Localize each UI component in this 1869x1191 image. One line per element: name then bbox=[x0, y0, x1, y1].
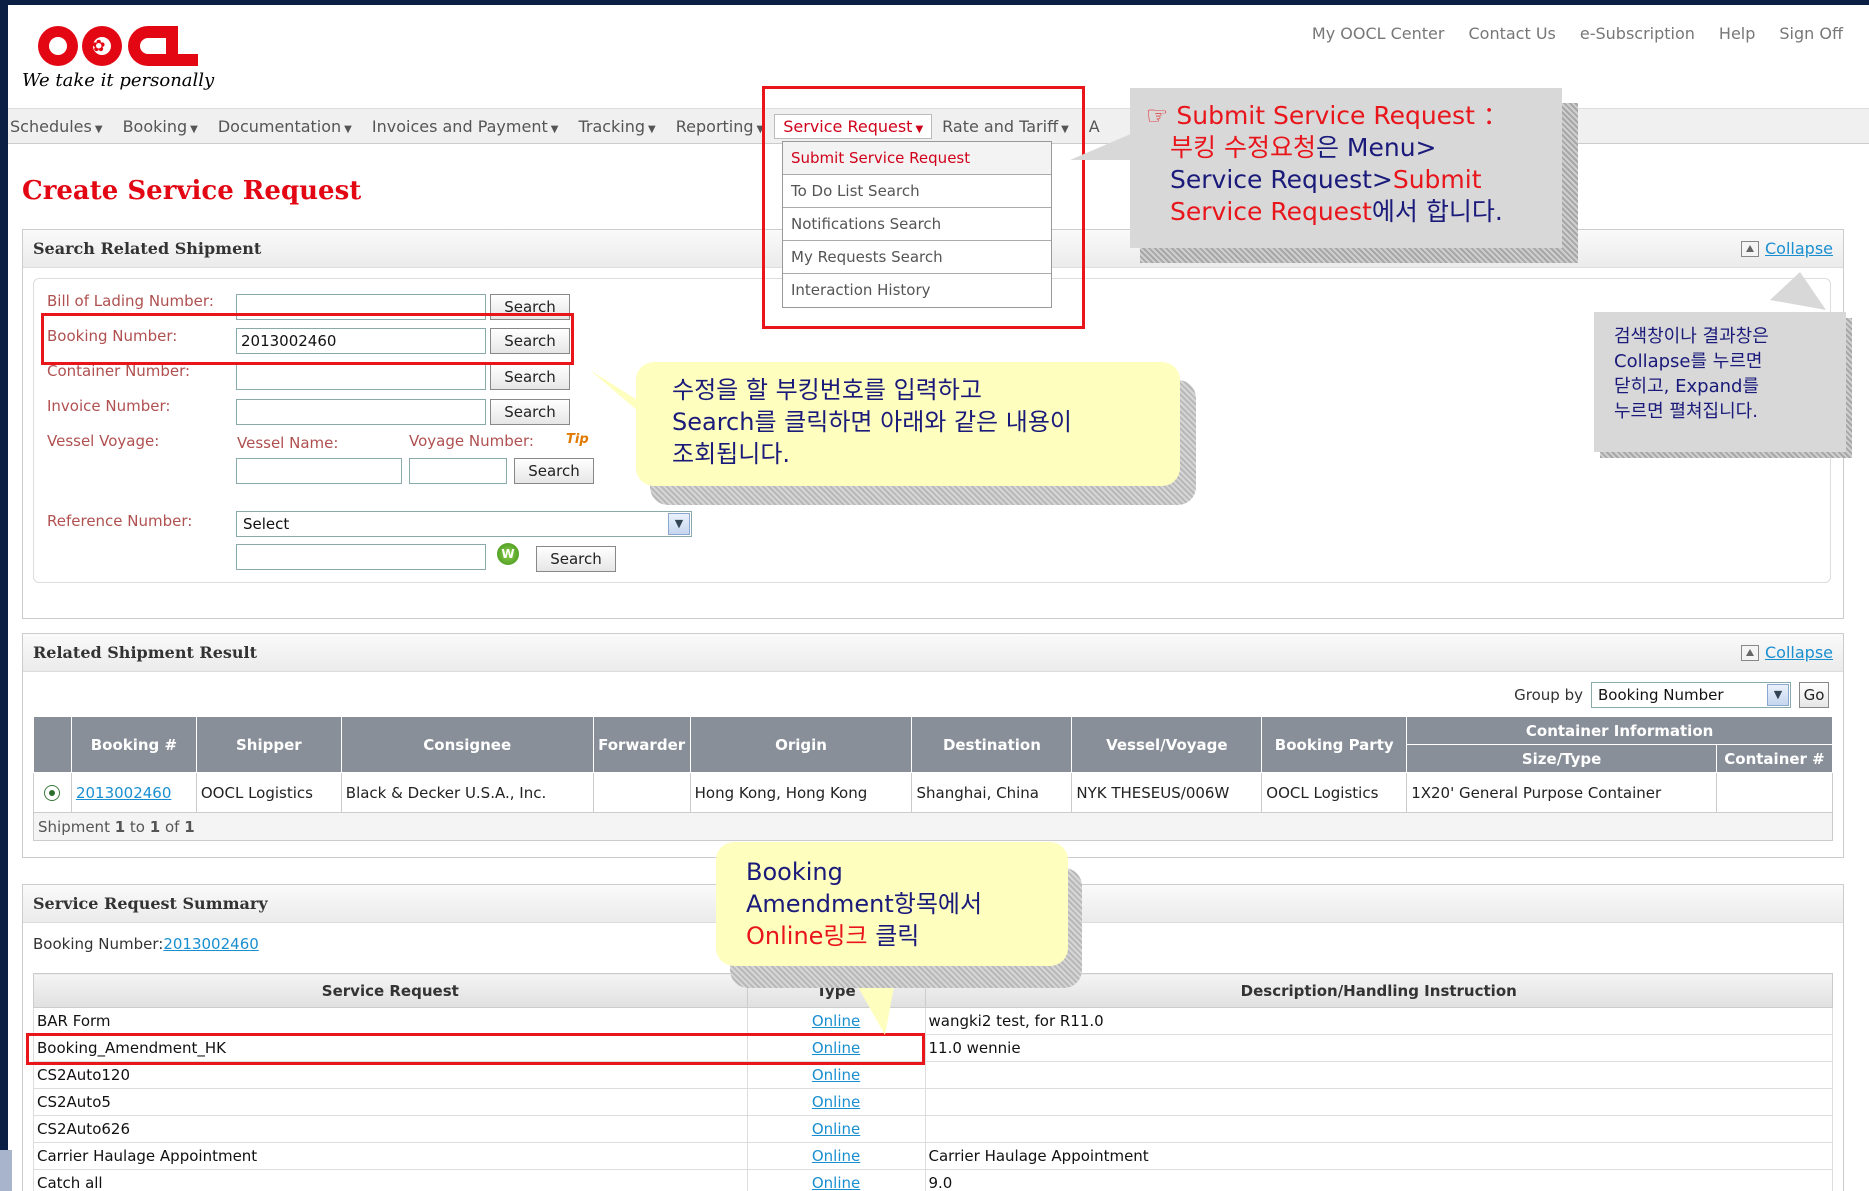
note-text: Service Request bbox=[1170, 197, 1372, 226]
note-line: Service Request에서 합니다. bbox=[1146, 196, 1546, 228]
collapse-note: 검색창이나 결과창은 Collapse를 누르면 닫히고, Expand를 누르… bbox=[1594, 312, 1846, 452]
note-text: Service Request> bbox=[1170, 165, 1393, 194]
note-line: Online링크 클릭 bbox=[746, 920, 1038, 952]
note-text: 에서 합니다. bbox=[1371, 197, 1503, 226]
online-link-note: Booking Amendment항목에서 Online링크 클릭 bbox=[716, 842, 1068, 966]
note-line: Booking bbox=[746, 858, 843, 886]
note-line: ☞ Submit Service Request ： bbox=[1146, 100, 1546, 132]
note-line: Collapse를 누르면 bbox=[1614, 351, 1763, 372]
note-line: 수정을 할 부킹번호를 입력하고 bbox=[672, 376, 982, 404]
note-line: Service Request>Submit bbox=[1146, 164, 1546, 196]
note-line: 검색창이나 결과창은 bbox=[1614, 326, 1769, 347]
note-text: ☞ Submit Service Request ： bbox=[1146, 101, 1508, 130]
note-line: 조회됩니다. bbox=[672, 440, 791, 468]
note-text: 클릭 bbox=[867, 922, 920, 950]
note-text: 은 Menu> bbox=[1315, 133, 1437, 162]
note-line: 닫히고, Expand를 bbox=[1614, 376, 1759, 397]
note-text: Online링크 bbox=[746, 922, 868, 950]
note-line: Search를 클릭하면 아래와 같은 내용이 bbox=[672, 408, 1073, 436]
callout-pointers bbox=[590, 130, 1826, 1035]
note-line: Amendment항목에서 bbox=[746, 890, 983, 918]
submit-request-note: ☞ Submit Service Request ： 부킹 수정요청은 Menu… bbox=[1130, 88, 1562, 248]
collapse-note-pointer bbox=[1770, 272, 1826, 310]
search-instruction-note: 수정을 할 부킹번호를 입력하고 Search를 클릭하면 아래와 같은 내용이… bbox=[636, 362, 1180, 486]
note-line: 부킹 수정요청은 Menu> bbox=[1146, 132, 1546, 164]
note-text: 부킹 수정요청 bbox=[1170, 133, 1316, 162]
note-text: Submit bbox=[1392, 165, 1482, 194]
note-line: 누르면 펼쳐집니다. bbox=[1614, 401, 1758, 422]
